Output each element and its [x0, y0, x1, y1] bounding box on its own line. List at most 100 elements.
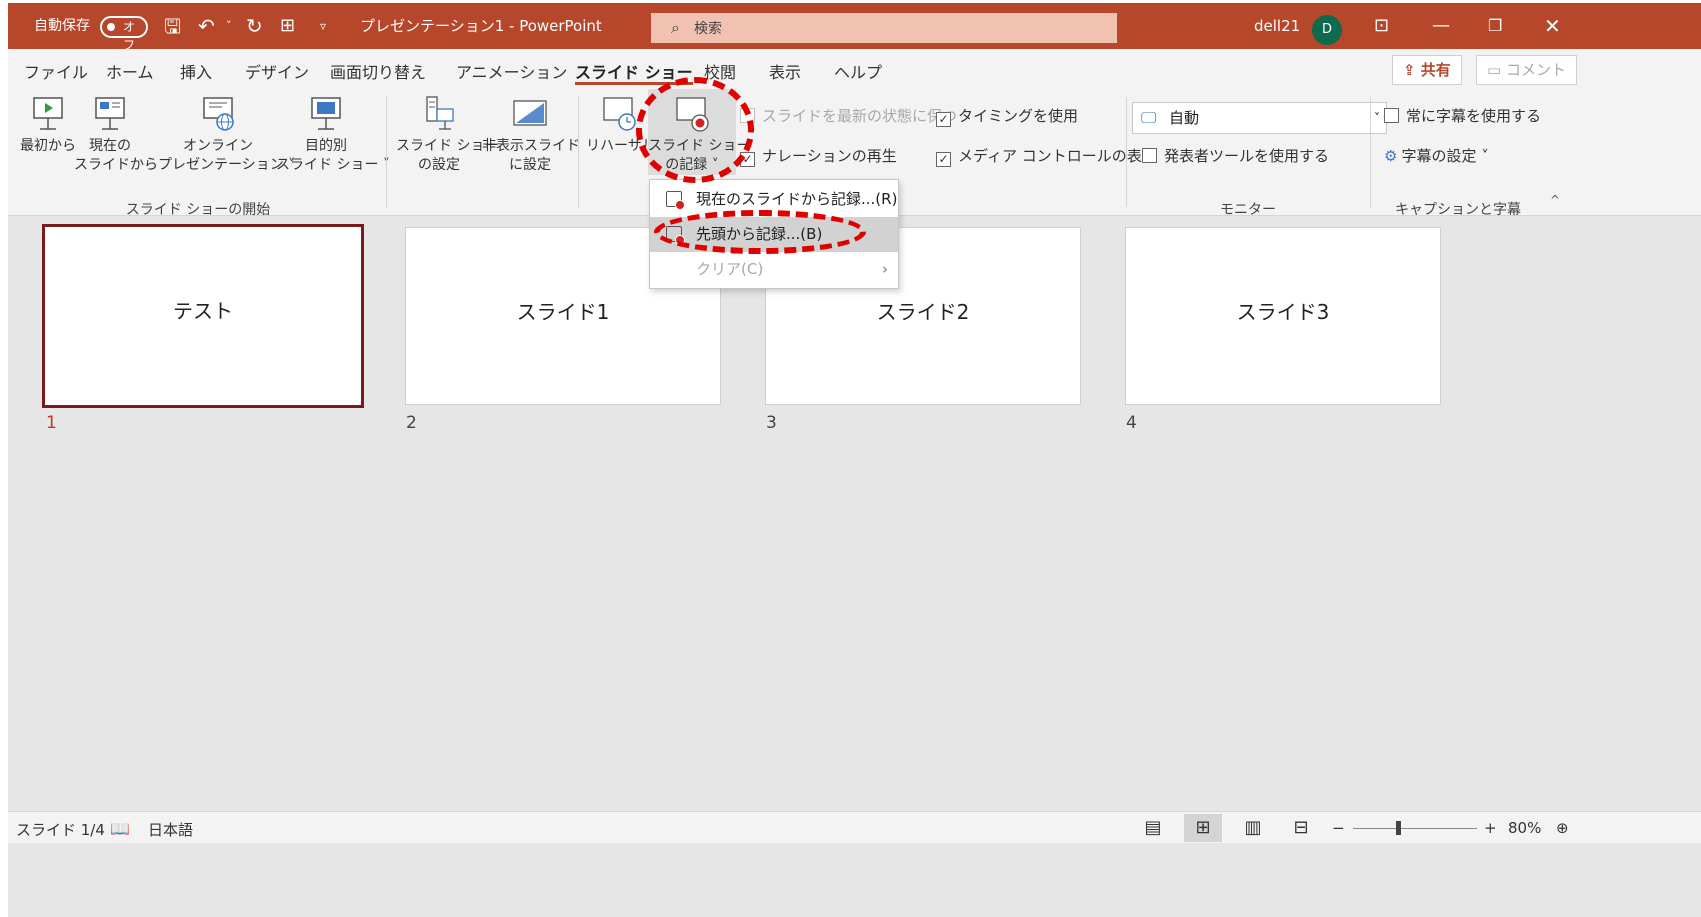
always-subtitles-checkbox[interactable]: 常に字幕を使用する — [1384, 106, 1541, 126]
tab-view[interactable]: 表示 — [769, 59, 801, 85]
zoom-level[interactable]: 80% — [1508, 819, 1541, 837]
zoom-in-icon[interactable]: + — [1484, 819, 1497, 837]
hide-slide-button[interactable]: 非表示スライド に設定 — [482, 89, 580, 175]
slide-title: テスト — [173, 299, 233, 323]
play-narration-checkbox[interactable]: ✓ ナレーションの再生 — [740, 146, 897, 167]
customize-qat-icon[interactable]: ▿ — [320, 3, 326, 49]
present-online-button[interactable]: オンライン プレゼンテーション ˅ — [158, 89, 295, 175]
search-box[interactable]: ⌕ 検索 — [651, 13, 1117, 43]
tab-insert[interactable]: 挿入 — [180, 59, 212, 85]
tab-file[interactable]: ファイル — [24, 59, 88, 85]
menu-item-label: 現在のスライドから記録...(R) — [696, 190, 898, 208]
zoom-slider-thumb[interactable] — [1396, 821, 1401, 835]
ribbon-tabs: ファイル ホーム 挿入 デザイン 画面切り替え アニメーション スライド ショー… — [8, 49, 1701, 89]
setup-slideshow-button[interactable]: スライド ショー の設定 — [396, 89, 498, 175]
tab-help[interactable]: ヘルプ — [834, 59, 882, 85]
menu-item-record-from-current[interactable]: 現在のスライドから記録...(R) — [650, 182, 898, 217]
slide-number: 3 — [766, 413, 777, 433]
group-separator — [1370, 97, 1371, 207]
group-separator — [578, 97, 579, 207]
slideshow-view-icon[interactable]: ⊟ — [1282, 814, 1320, 842]
language-indicator[interactable]: 日本語 — [148, 819, 193, 840]
comment-button[interactable]: ▭ コメント — [1476, 55, 1577, 85]
rehearse-timer-icon — [603, 97, 636, 131]
menu-item-record-from-beginning[interactable]: 先頭から記録...(B) — [650, 217, 898, 252]
tab-animations[interactable]: アニメーション — [456, 59, 567, 85]
from-current-button[interactable]: 現在の スライドから — [74, 89, 158, 175]
slide-thumbnail-4[interactable]: スライド3 — [1125, 227, 1441, 405]
comment-label: コメント — [1505, 61, 1566, 79]
keep-updated-label: スライドを最新の状態に保つ — [762, 107, 958, 125]
slide-number: 2 — [406, 413, 417, 433]
redo-icon[interactable]: ↻ — [246, 3, 263, 49]
avatar[interactable]: D — [1312, 15, 1342, 45]
group-separator — [1126, 97, 1127, 207]
zoom-out-icon[interactable]: − — [1332, 819, 1345, 837]
monitor-select[interactable]: 🖵 自動 ˅ — [1132, 102, 1387, 134]
autosave-label: 自動保存 — [34, 18, 90, 34]
subtitle-settings-button[interactable]: ⚙ 字幕の設定 ˅ — [1384, 146, 1489, 166]
slide-title: スライド3 — [1236, 300, 1330, 324]
slide-number: 4 — [1126, 413, 1137, 433]
setup-slideshow-icon — [426, 96, 454, 130]
share-button[interactable]: ⇪ 共有 — [1392, 55, 1462, 85]
slide-sorter-view-icon[interactable]: ⊞ — [1184, 814, 1222, 842]
present-icon[interactable]: ⊞ — [280, 3, 295, 49]
powerpoint-window: 自動保存 オフ 🖫 ↶ ˅ ↻ ⊞ ▿ プレゼンテーション1 - PowerPo… — [8, 3, 1701, 917]
save-icon[interactable]: 🖫 — [164, 3, 181, 49]
keep-updated-checkbox[interactable]: スライドを最新の状態に保つ — [740, 106, 957, 126]
ribbon-display-icon[interactable]: ⊡ — [1374, 3, 1389, 49]
undo-icon[interactable]: ↶ — [198, 3, 215, 49]
group-label-caption: キャプションと字幕 — [1395, 202, 1521, 218]
monitor-icon: 🖵 — [1141, 108, 1157, 127]
use-timings-label: タイミングを使用 — [958, 107, 1079, 125]
record-dropdown-menu: 現在のスライドから記録...(R) 先頭から記録...(B) クリア(C) › — [649, 179, 899, 289]
slide-title: スライド1 — [516, 300, 610, 324]
minimize-icon[interactable]: — — [1432, 3, 1450, 49]
restore-icon[interactable]: ❐ — [1488, 3, 1502, 49]
present-online-label-2: プレゼンテーション ˅ — [158, 157, 296, 173]
title-bar: 自動保存 オフ 🖫 ↶ ˅ ↻ ⊞ ▿ プレゼンテーション1 - PowerPo… — [8, 3, 1701, 52]
autosave-toggle[interactable]: オフ — [100, 16, 148, 52]
subtitle-settings-icon: ⚙ — [1384, 147, 1398, 165]
status-bar: スライド 1/4 📖 日本語 ▤ ⊞ ▥ ⊟ − + 80% ⊕ — [8, 811, 1701, 843]
tab-transitions[interactable]: 画面切り替え — [330, 59, 426, 85]
tab-home[interactable]: ホーム — [106, 59, 154, 85]
collapse-ribbon-icon[interactable]: ^ — [1550, 193, 1560, 207]
fit-to-window-icon[interactable]: ⊕ — [1556, 819, 1569, 837]
rehearse-timings-button[interactable]: リハーサル — [586, 89, 656, 156]
slide-counter: スライド 1/4 — [16, 821, 105, 839]
zoom-slider-track[interactable] — [1353, 828, 1477, 829]
record-slideshow-icon — [676, 97, 709, 132]
record-slideshow-button[interactable]: スライド ショー の記録 ˅ — [648, 89, 750, 175]
user-name: dell21 — [1254, 17, 1301, 35]
tab-review[interactable]: 校閲 — [704, 59, 736, 85]
from-beginning-button[interactable]: 最初から — [18, 89, 78, 156]
from-current-label-2: スライドから — [74, 157, 158, 173]
use-timings-checkbox[interactable]: ✓ タイミングを使用 — [936, 106, 1078, 127]
show-media-controls-checkbox[interactable]: ✓ メディア コントロールの表示 — [936, 146, 1157, 167]
chevron-right-icon: › — [882, 260, 888, 278]
menu-item-clear[interactable]: クリア(C) › — [650, 252, 898, 287]
reading-view-icon[interactable]: ▥ — [1234, 814, 1272, 842]
normal-view-icon[interactable]: ▤ — [1134, 814, 1172, 842]
close-icon[interactable]: ✕ — [1544, 3, 1561, 49]
checkbox-box — [1142, 148, 1157, 163]
spelling-check-icon[interactable]: 📖 — [110, 819, 130, 838]
play-narration-label: ナレーションの再生 — [762, 147, 897, 165]
record-slideshow-label-2: の記録 ˅ — [665, 157, 719, 173]
document-title: プレゼンテーション1 - PowerPoint — [360, 17, 602, 35]
check-icon: ✓ — [936, 112, 951, 127]
custom-slideshow-button[interactable]: 目的別 スライド ショー ˅ — [276, 89, 390, 175]
custom-show-icon — [311, 97, 341, 130]
from-current-label-1: 現在の — [89, 138, 131, 154]
hide-slide-label-1: 非表示スライド — [482, 138, 580, 154]
tab-design[interactable]: デザイン — [245, 59, 309, 85]
present-online-label-1: オンライン — [183, 138, 253, 154]
current-slide-icon — [95, 97, 125, 130]
slide-thumbnail-1[interactable]: テスト — [42, 224, 364, 408]
tab-slideshow[interactable]: スライド ショー — [575, 59, 693, 85]
use-presenter-view-checkbox[interactable]: 発表者ツールを使用する — [1142, 146, 1329, 166]
undo-dropdown-icon[interactable]: ˅ — [226, 3, 232, 49]
always-subtitles-label: 常に字幕を使用する — [1406, 107, 1542, 125]
